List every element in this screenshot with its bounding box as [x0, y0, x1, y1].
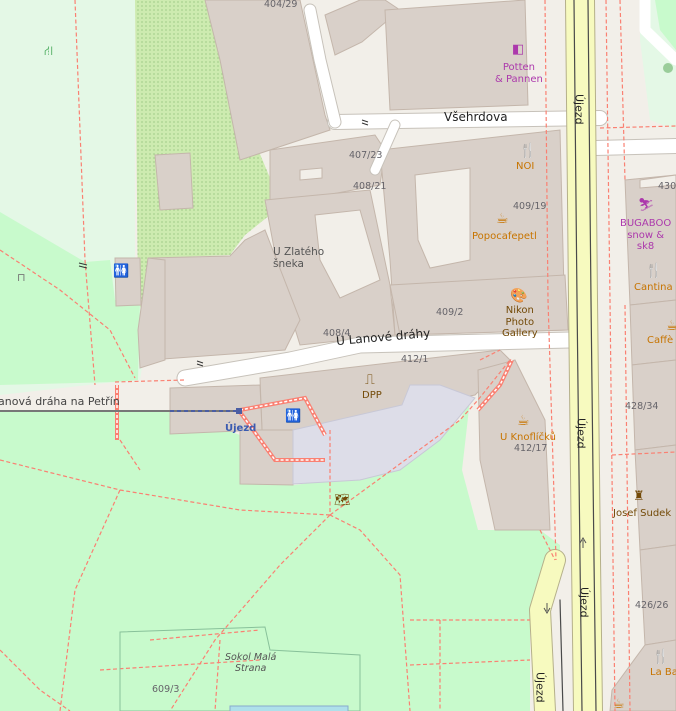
housenumber-430: 430 [658, 181, 676, 192]
pitch-lower [229, 705, 349, 711]
map-board-icon: 🗺 [334, 493, 351, 508]
housenumber-407-23: 407/23 [349, 150, 383, 161]
ticket-office-icon: ⎍ [365, 372, 375, 388]
building-lower-left [239, 429, 296, 486]
housenumber-409-2: 409/2 [436, 307, 464, 318]
footway-19 [599, 125, 676, 129]
courtyard-3 [299, 167, 323, 181]
art-gallery-icon: 🎨 [510, 288, 528, 304]
place-label-u-zlateho-sneka: U Zlatého šneka [273, 246, 325, 271]
street-label-ujezd-lower: Újezd [577, 587, 591, 618]
stop-label-ujezd[interactable]: Újezd [225, 423, 256, 435]
housenumber-412-1: 412/1 [401, 354, 429, 365]
barrier-3 [196, 360, 204, 367]
poi-label-noi[interactable]: NOI [516, 161, 534, 173]
housenumber-409-19: 409/19 [513, 201, 547, 212]
funicular-stop-marker [236, 408, 242, 414]
monument-icon: ♜ [633, 489, 645, 504]
toilets-icon: 🚻 [113, 264, 130, 279]
street-label-vsehrdova: Všehrdova [444, 110, 508, 124]
tram-line-3 [559, 599, 564, 711]
housenumber-408-21: 408/21 [353, 181, 387, 192]
poi-label-caffe[interactable]: Caffè V [647, 335, 676, 347]
street-label-ujezd-middle: Újezd [574, 418, 588, 449]
poi-label-u-knoflicku[interactable]: U Knoflíčků [500, 432, 556, 444]
cafe-icon: ☕ [496, 211, 509, 227]
place-label-sokol: Sokol Malá Strana [225, 652, 277, 674]
bag-shop-icon: ◧ [512, 42, 525, 57]
courtyard-1 [414, 167, 471, 269]
monument-dot [663, 63, 673, 73]
poi-label-dpp[interactable]: DPP [362, 390, 382, 402]
restaurant-icon: 🍴 [519, 143, 537, 159]
building-small-a [154, 152, 194, 211]
restaurant-icon: 🍴 [652, 649, 670, 665]
housenumber-404-29: 404/29 [264, 0, 298, 10]
street-label-ujezd-upper: Újezd [572, 94, 586, 125]
poi-label-potten[interactable]: Potten & Pannen [495, 62, 543, 85]
building-top-mid [384, 0, 529, 111]
map-view[interactable]: ⛙ ⊓ 🚻 🚻 ◧ 🍴 ☕ 🎨 ⛷ 🍴 ☕ ⎍ ☕ ♜ 🗺 🍴 ☕ Všehrd… [0, 0, 676, 711]
sports-shop-icon: ⛷ [638, 198, 655, 213]
poi-label-popocafepetl[interactable]: Popocafepetl [472, 231, 537, 243]
toilets-icon: 🚻 [285, 409, 302, 424]
poi-label-josef-sudek[interactable]: Josef Sudek [613, 508, 671, 520]
poi-label-nikon[interactable]: Nikon Photo Gallery [502, 305, 538, 340]
building-right-5 [639, 544, 676, 646]
housenumber-609-3: 609/3 [152, 684, 180, 695]
cafe-icon: ☕ [613, 697, 625, 711]
housenumber-426-26: 426/26 [635, 600, 669, 611]
road-right-stub [588, 139, 676, 155]
housenumber-412-17: 412/17 [514, 443, 548, 454]
poi-label-bugaboo[interactable]: BUGABOO snow & sk8 [620, 218, 671, 253]
restaurant-icon: 🍴 [645, 263, 663, 279]
funicular-label: anová dráha na Petřín [0, 395, 120, 408]
footway-16 [605, 0, 616, 711]
housenumber-408-4: 408/4 [323, 328, 351, 339]
cafe-icon: ☕ [517, 413, 530, 429]
housenumber-428-34: 428/34 [625, 401, 659, 412]
cafe-icon: ☕ [666, 318, 676, 334]
bench-icon: ⊓ [17, 271, 26, 284]
poi-label-cantina[interactable]: Cantina [634, 282, 673, 294]
poi-label-la-bastila[interactable]: La Bastil [650, 667, 676, 679]
street-label-ujezd-lane: Újezd [533, 672, 547, 703]
playground-icon: ⛙ [44, 44, 54, 59]
